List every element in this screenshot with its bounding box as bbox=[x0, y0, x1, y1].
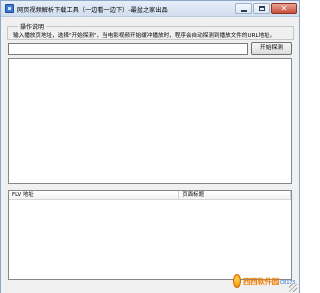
minimize-button[interactable] bbox=[235, 3, 252, 14]
app-icon bbox=[5, 4, 14, 13]
watermark-text: 西西软件园CR173 bbox=[242, 276, 295, 286]
start-probe-button[interactable]: 开始探测 bbox=[251, 42, 292, 55]
title-bar[interactable]: 网页视频解析下载工具（一边看一边下）-最盆之家出品 ✕ bbox=[1, 1, 299, 17]
results-list-header: FLV 地址 页面标题 bbox=[9, 191, 291, 200]
close-icon: ✕ bbox=[280, 4, 288, 13]
instructions-text: 输入播放页地址，选择"开始探测"，当电影视频开始缓冲播放时，程序会自动探测到播放… bbox=[13, 33, 276, 39]
instructions-group-title: 操作说明 bbox=[18, 22, 47, 31]
results-list[interactable]: FLV 地址 页面标题 bbox=[8, 190, 292, 280]
column-header-flv-url[interactable]: FLV 地址 bbox=[9, 191, 180, 200]
maximize-button[interactable] bbox=[253, 3, 270, 14]
minimize-icon bbox=[241, 10, 247, 12]
app-window: 网页视频解析下载工具（一边看一边下）-最盆之家出品 ✕ 操作说明 输入播放页地址… bbox=[0, 0, 300, 293]
maximize-icon bbox=[259, 6, 265, 11]
watermark-subtext: CR173 bbox=[279, 279, 295, 286]
window-title: 网页视频解析下载工具（一边看一边下）-最盆之家出品 bbox=[17, 7, 168, 14]
watermark-logo: 西西软件园CR173 bbox=[233, 272, 295, 290]
close-button[interactable]: ✕ bbox=[271, 3, 297, 14]
url-input[interactable] bbox=[8, 43, 248, 55]
log-textarea[interactable] bbox=[8, 58, 292, 184]
caption-buttons: ✕ bbox=[235, 3, 297, 14]
watermark-logo-icon bbox=[233, 274, 241, 288]
column-header-page-title[interactable]: 页面标题 bbox=[179, 191, 291, 200]
